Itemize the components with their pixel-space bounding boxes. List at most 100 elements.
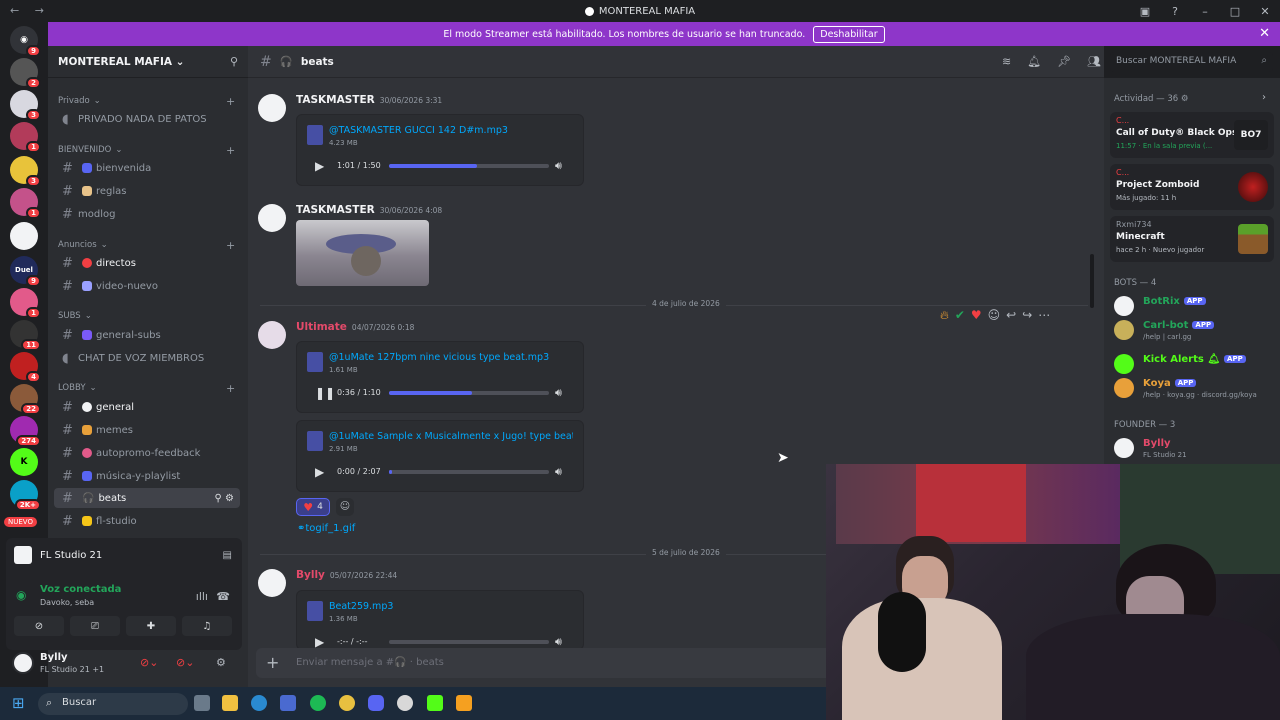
maximize-button[interactable]: □ (1220, 5, 1250, 18)
chrome-icon[interactable] (339, 695, 355, 711)
scrollbar-thumb[interactable] (1090, 254, 1094, 308)
activity-row[interactable]: FL Studio 21 (14, 546, 102, 564)
help-icon[interactable]: ? (1160, 5, 1190, 18)
message-author[interactable]: TASKMASTER 30/06/2026 3:31 (296, 94, 442, 106)
edge-icon[interactable] (251, 695, 267, 711)
volume-icon[interactable]: 🔊︎ (555, 159, 562, 173)
threads-icon[interactable]: ≋ (1002, 55, 1011, 68)
reply-icon[interactable]: ↩ (1006, 308, 1016, 323)
channel-musica[interactable]: # música-y-playlist (54, 466, 240, 486)
noise-icon[interactable]: ıllı (196, 590, 208, 603)
activity-card[interactable]: C... Call of Duty® Black Ops 7 11:57 · E… (1110, 112, 1274, 158)
audio-seekbar[interactable] (389, 164, 549, 168)
channel-general-subs[interactable]: # general-subs (54, 325, 240, 345)
play-button[interactable]: ▶ (315, 465, 324, 479)
disable-streamer-button[interactable]: Deshabilitar (813, 25, 885, 43)
discord-taskbar-icon[interactable] (368, 695, 384, 711)
kick-server-icon[interactable]: K (10, 448, 38, 476)
gif-link[interactable]: ⚭togif_1.gif (297, 523, 355, 534)
user-name[interactable]: Bylly (40, 652, 68, 663)
avatar[interactable] (258, 94, 286, 122)
more-icon[interactable]: ⋯ (1038, 308, 1050, 323)
channel-privado-nada[interactable]: ◖ PRIVADO NADA DE PATOS (54, 109, 240, 129)
activity-card[interactable]: C... Project Zomboid Más jugado: 11 h (1110, 164, 1274, 210)
channel-memes[interactable]: # memes (54, 420, 240, 440)
volume-icon[interactable]: 🔊︎ (555, 635, 562, 649)
spotify-icon[interactable] (310, 695, 326, 711)
category-bienvenido[interactable]: BIENVENIDO ⌄ + (58, 144, 235, 157)
add-reaction-button[interactable]: ☺ (336, 498, 354, 516)
check-reaction-icon[interactable]: ✔ (955, 308, 965, 323)
server-icon[interactable]: 1 (10, 122, 41, 153)
bell-icon[interactable]: 🔔︎ (1027, 55, 1041, 68)
message-author[interactable]: Ultimate 04/07/2026 0:18 (296, 321, 414, 333)
channel-fl-studio[interactable]: # fl-studio (54, 511, 240, 531)
server-icon[interactable]: 1 (10, 288, 41, 319)
channel-bienvenida[interactable]: # bienvenida (54, 158, 240, 178)
member-item[interactable]: Koya APP /help · koya.gg · discord.gg/koy… (1114, 376, 1274, 400)
server-header[interactable]: MONTEREAL MAFIA ⌄ ⚲ (48, 46, 248, 78)
channel-general[interactable]: # general (54, 397, 240, 417)
avatar[interactable] (258, 569, 286, 597)
server-icon-active[interactable] (10, 222, 38, 250)
channel-beats[interactable]: # 🎧 beats ⚲ ⚙ (54, 488, 240, 508)
file-link[interactable]: @1uMate 127bpm nine vicious type beat.mp… (329, 352, 573, 363)
taskbar-search[interactable]: ⌕ Buscar (38, 693, 188, 715)
add-reaction-icon[interactable]: ☺ (988, 308, 1001, 323)
file-link[interactable]: @1uMate Sample x Musicalmente x Jugo! ty… (329, 431, 573, 442)
store-icon[interactable] (280, 695, 296, 711)
reaction-heart[interactable]: ♥ 4 (296, 498, 330, 516)
settings-gear-icon[interactable]: ⚙ (216, 656, 226, 669)
activities-button[interactable]: ✚ (126, 616, 176, 636)
screen-share-button[interactable]: ⎚ (70, 616, 120, 636)
avatar[interactable] (12, 652, 34, 674)
minimize-button[interactable]: – (1190, 5, 1220, 18)
member-item[interactable]: Carl-bot APP /help | carl.gg (1114, 318, 1274, 342)
member-item[interactable]: BotRix APP (1114, 294, 1274, 318)
home-button[interactable]: ◉ 9 (10, 26, 41, 57)
member-item[interactable]: Kick Alerts 🔔︎ APP (1114, 352, 1274, 376)
volume-icon[interactable]: 🔊︎ (555, 465, 562, 479)
server-icon[interactable]: 3 (10, 156, 41, 187)
taskview-icon[interactable] (194, 695, 210, 711)
member-item[interactable]: Bylly FL Studio 21 (1114, 436, 1274, 460)
server-icon[interactable]: 2 (10, 58, 41, 89)
channel-directos[interactable]: # directos (54, 253, 240, 273)
play-button[interactable]: ▶ (315, 635, 324, 649)
attach-plus-icon[interactable]: + (266, 653, 279, 672)
channel-video-nuevo[interactable]: # video-nuevo (54, 276, 240, 296)
server-icon[interactable]: 22 (10, 384, 41, 415)
banner-close-icon[interactable]: ✕ (1259, 26, 1270, 41)
channel-reglas[interactable]: # reglas (54, 181, 240, 201)
soundboard-button[interactable]: ♫ (182, 616, 232, 636)
audio-seekbar[interactable] (389, 640, 549, 644)
close-window-button[interactable]: ✕ (1250, 5, 1280, 18)
file-link[interactable]: Beat259.mp3 (329, 601, 573, 612)
server-icon[interactable]: 4 (10, 352, 41, 383)
category-lobby[interactable]: LOBBY ⌄ + (58, 382, 235, 395)
disconnect-icon[interactable]: ☎ (216, 590, 230, 603)
server-icon-duel[interactable]: Duel 9 (10, 256, 41, 287)
obs-icon[interactable] (397, 695, 413, 711)
activity-card[interactable]: Rxmi734 Minecraft hace 2 h · Nuevo jugad… (1110, 216, 1274, 262)
fire-reaction-icon[interactable]: 🔥︎ (940, 308, 949, 323)
deafen-icon[interactable]: ⊘⌄ (176, 656, 194, 669)
search-input[interactable]: Buscar MONTEREAL MAFIA ⌕ (1110, 52, 1273, 72)
nav-arrows[interactable]: ← → (10, 4, 50, 17)
server-icon[interactable]: 3 (10, 90, 41, 121)
message-author[interactable]: TASKMASTER 30/06/2026 4:08 (296, 204, 442, 216)
pin-icon[interactable]: 📌︎ (1057, 55, 1071, 68)
voice-status[interactable]: Voz conectada (40, 584, 121, 595)
mute-icon[interactable]: ⊘⌄ (140, 656, 158, 669)
server-icon[interactable]: 2K+ (10, 480, 41, 511)
category-subs[interactable]: SUBS ⌄ (58, 311, 92, 321)
members-icon[interactable]: 👥︎ (1087, 55, 1101, 68)
message-author[interactable]: Bylly 05/07/2026 22:44 (296, 569, 397, 581)
kick-taskbar-icon[interactable] (427, 695, 443, 711)
windows-start-icon[interactable]: ⊞ (12, 694, 25, 712)
camera-button[interactable]: ⊘ (14, 616, 64, 636)
avatar[interactable] (258, 204, 286, 232)
file-link[interactable]: @TASKMASTER GUCCI 142 D#m.mp3 (329, 125, 573, 136)
pause-button[interactable]: ❚❚ (315, 386, 335, 400)
server-icon[interactable]: 274 (10, 416, 41, 447)
